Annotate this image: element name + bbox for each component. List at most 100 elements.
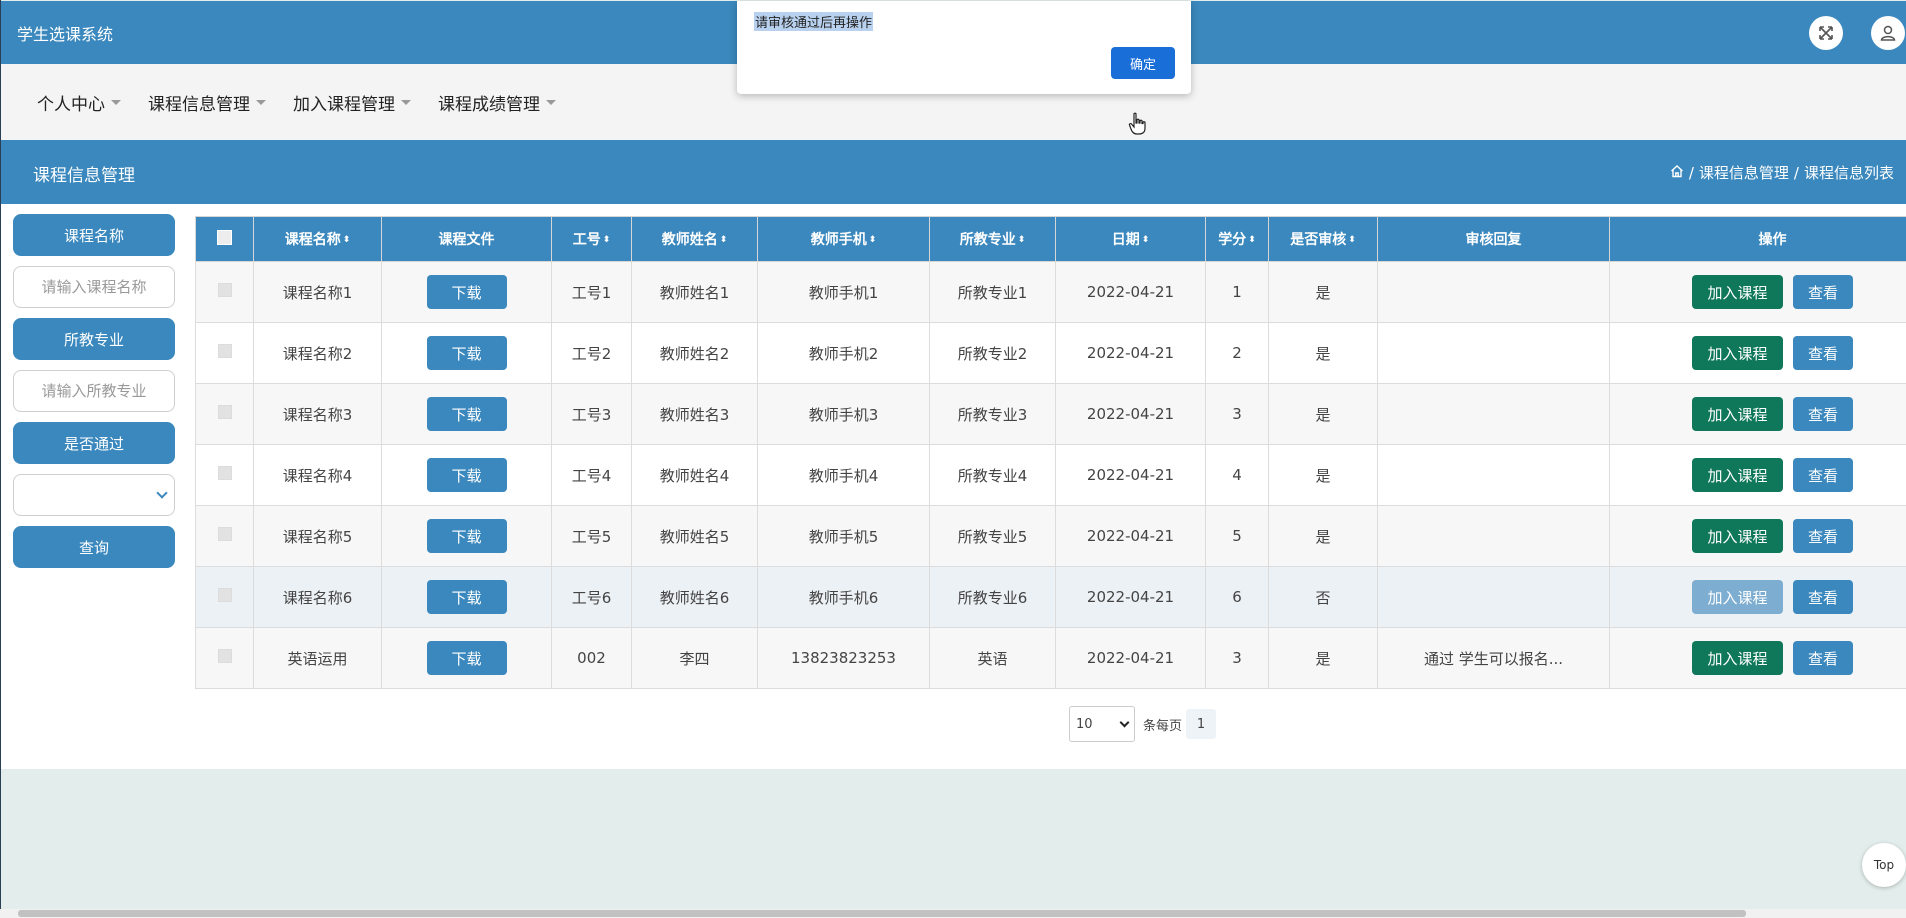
join-course-button[interactable]: 加入课程: [1692, 519, 1783, 553]
job-no-cell: 工号3: [551, 383, 632, 445]
table-row: 英语运用 下载 002 李四 13823823253 英语 2022-04-21 3 是 通过 学…: [195, 627, 1906, 689]
job-no-cell: 工号1: [551, 261, 632, 323]
download-button[interactable]: 下载: [426, 458, 507, 492]
teacher-phone-cell: 13823823253: [757, 627, 930, 689]
join-course-button[interactable]: 加入课程: [1692, 458, 1783, 492]
approved-cell-text: 是: [1315, 527, 1331, 546]
approved-cell-text: 否: [1315, 588, 1331, 607]
job-no-cell-text: 工号5: [571, 527, 612, 546]
course-name-cell-text: 课程名称1: [282, 283, 353, 302]
join-course-button[interactable]: 加入课程: [1692, 641, 1783, 675]
column-header[interactable]: 是否审核 ⬍: [1268, 216, 1378, 262]
view-button[interactable]: 查看: [1793, 397, 1853, 431]
view-button[interactable]: 查看: [1793, 641, 1853, 675]
view-button[interactable]: 查看: [1793, 580, 1853, 614]
select-all-checkbox[interactable]: [217, 229, 232, 245]
download-button[interactable]: 下载: [426, 336, 507, 370]
teacher-phone-cell-text: 教师手机3: [808, 405, 879, 424]
course-file-cell: 下载: [381, 261, 552, 323]
table-header-row: 课程名称 ⬍ 课程文件 工号 ⬍ 教师姓名 ⬍ 教师手机 ⬍ 所教专业 ⬍ 日期 ⬍ 学分 ⬍…: [195, 216, 1906, 262]
course-name-input[interactable]: [13, 266, 175, 308]
table-row: 课程名称4 下载 工号4 教师姓名4 教师手机4 所教专业4 2022-04-21 4 是 加入课…: [195, 444, 1906, 506]
join-course-button[interactable]: 加入课程: [1692, 275, 1783, 309]
job-no-cell: 工号2: [551, 322, 632, 384]
credit-cell-text: 6: [1232, 588, 1242, 606]
column-header-label: 课程文件: [438, 232, 495, 248]
column-header-label: 操作: [1758, 232, 1787, 248]
chevron-down-icon: [1119, 717, 1130, 727]
download-button[interactable]: 下载: [426, 275, 507, 309]
teacher-name-cell: 李四: [631, 627, 758, 689]
major-cell: 英语: [929, 627, 1056, 689]
pagination: 10 条每页 1: [1069, 706, 1217, 742]
row-checkbox[interactable]: [217, 588, 232, 602]
nav-item-personal-center[interactable]: 个人中心: [37, 90, 121, 115]
nav-item-course-info[interactable]: 课程信息管理: [148, 90, 266, 115]
column-header[interactable]: 日期 ⬍: [1055, 216, 1206, 262]
back-to-top-button[interactable]: Top: [1862, 843, 1906, 887]
course-file-cell: 下载: [381, 444, 552, 506]
reply-cell-text: 通过 学生可以报名...: [1423, 649, 1564, 668]
home-icon[interactable]: [1670, 164, 1684, 182]
view-button[interactable]: 查看: [1793, 275, 1853, 309]
view-button[interactable]: 查看: [1793, 519, 1853, 553]
nav-item-join-course[interactable]: 加入课程管理: [293, 90, 411, 115]
teacher-name-cell-text: 教师姓名3: [659, 405, 730, 424]
scrollbar-thumb[interactable]: [18, 910, 1746, 917]
column-header[interactable]: 学分 ⬍: [1205, 216, 1269, 262]
alert-ok-button[interactable]: 确定: [1111, 47, 1175, 79]
app-title: 学生选课系统: [17, 25, 114, 44]
row-checkbox[interactable]: [217, 405, 232, 419]
column-header[interactable]: 课程名称 ⬍: [253, 216, 382, 262]
fullscreen-icon[interactable]: [1809, 16, 1843, 50]
caret-down-icon: [546, 99, 556, 105]
column-header[interactable]: 工号 ⬍: [551, 216, 632, 262]
page-size-select[interactable]: 10: [1069, 706, 1135, 742]
column-header-label: 教师手机: [810, 232, 867, 248]
nav-item-course-grades[interactable]: 课程成绩管理: [438, 90, 556, 115]
approved-cell: 是: [1268, 444, 1378, 506]
approved-select[interactable]: [13, 474, 175, 516]
view-button[interactable]: 查看: [1793, 336, 1853, 370]
join-course-button[interactable]: 加入课程: [1692, 397, 1783, 431]
row-checkbox[interactable]: [217, 344, 232, 358]
download-button[interactable]: 下载: [426, 641, 507, 675]
horizontal-scrollbar[interactable]: [0, 909, 1906, 918]
teacher-name-cell-text: 教师姓名2: [659, 344, 730, 363]
row-checkbox[interactable]: [217, 649, 232, 663]
download-button[interactable]: 下载: [426, 580, 507, 614]
column-header[interactable]: 教师姓名 ⬍: [631, 216, 758, 262]
course-name-cell: 课程名称2: [253, 322, 382, 384]
course-name-cell-text: 课程名称2: [282, 344, 353, 363]
join-course-button[interactable]: 加入课程: [1692, 336, 1783, 370]
search-button[interactable]: 查询: [13, 526, 175, 568]
row-checkbox[interactable]: [217, 466, 232, 480]
table-row: 课程名称2 下载 工号2 教师姓名2 教师手机2 所教专业2 2022-04-21 2 是 加入课…: [195, 322, 1906, 384]
actions-cell: 加入课程 查看: [1609, 627, 1906, 689]
page-number[interactable]: 1: [1186, 709, 1217, 739]
teacher-phone-cell-text: 教师手机6: [808, 588, 879, 607]
job-no-cell: 工号4: [551, 444, 632, 506]
actions-cell: 加入课程 查看: [1609, 566, 1906, 628]
user-icon[interactable]: [1871, 16, 1905, 50]
column-header[interactable]: 教师手机 ⬍: [757, 216, 930, 262]
column-header-label: 课程名称: [284, 232, 341, 248]
breadcrumb-item[interactable]: 课程信息管理: [1699, 162, 1789, 183]
row-checkbox[interactable]: [217, 527, 232, 541]
major-cell: 所教专业4: [929, 444, 1056, 506]
reply-cell: [1377, 505, 1610, 567]
course-name-cell: 课程名称1: [253, 261, 382, 323]
job-no-cell: 002: [551, 627, 632, 689]
download-button[interactable]: 下载: [426, 397, 507, 431]
search-panel: 课程名称 所教专业 是否通过 查询: [13, 214, 175, 568]
column-header[interactable]: 所教专业 ⬍: [929, 216, 1056, 262]
teacher-phone-cell-text: 13823823253: [791, 649, 896, 667]
major-input[interactable]: [13, 370, 175, 412]
column-header-label: 审核回复: [1465, 232, 1522, 248]
join-course-button[interactable]: 加入课程: [1692, 580, 1783, 614]
column-header: 审核回复: [1377, 216, 1610, 262]
download-button[interactable]: 下载: [426, 519, 507, 553]
row-checkbox[interactable]: [217, 283, 232, 297]
row-select-cell: [195, 627, 254, 689]
view-button[interactable]: 查看: [1793, 458, 1853, 492]
